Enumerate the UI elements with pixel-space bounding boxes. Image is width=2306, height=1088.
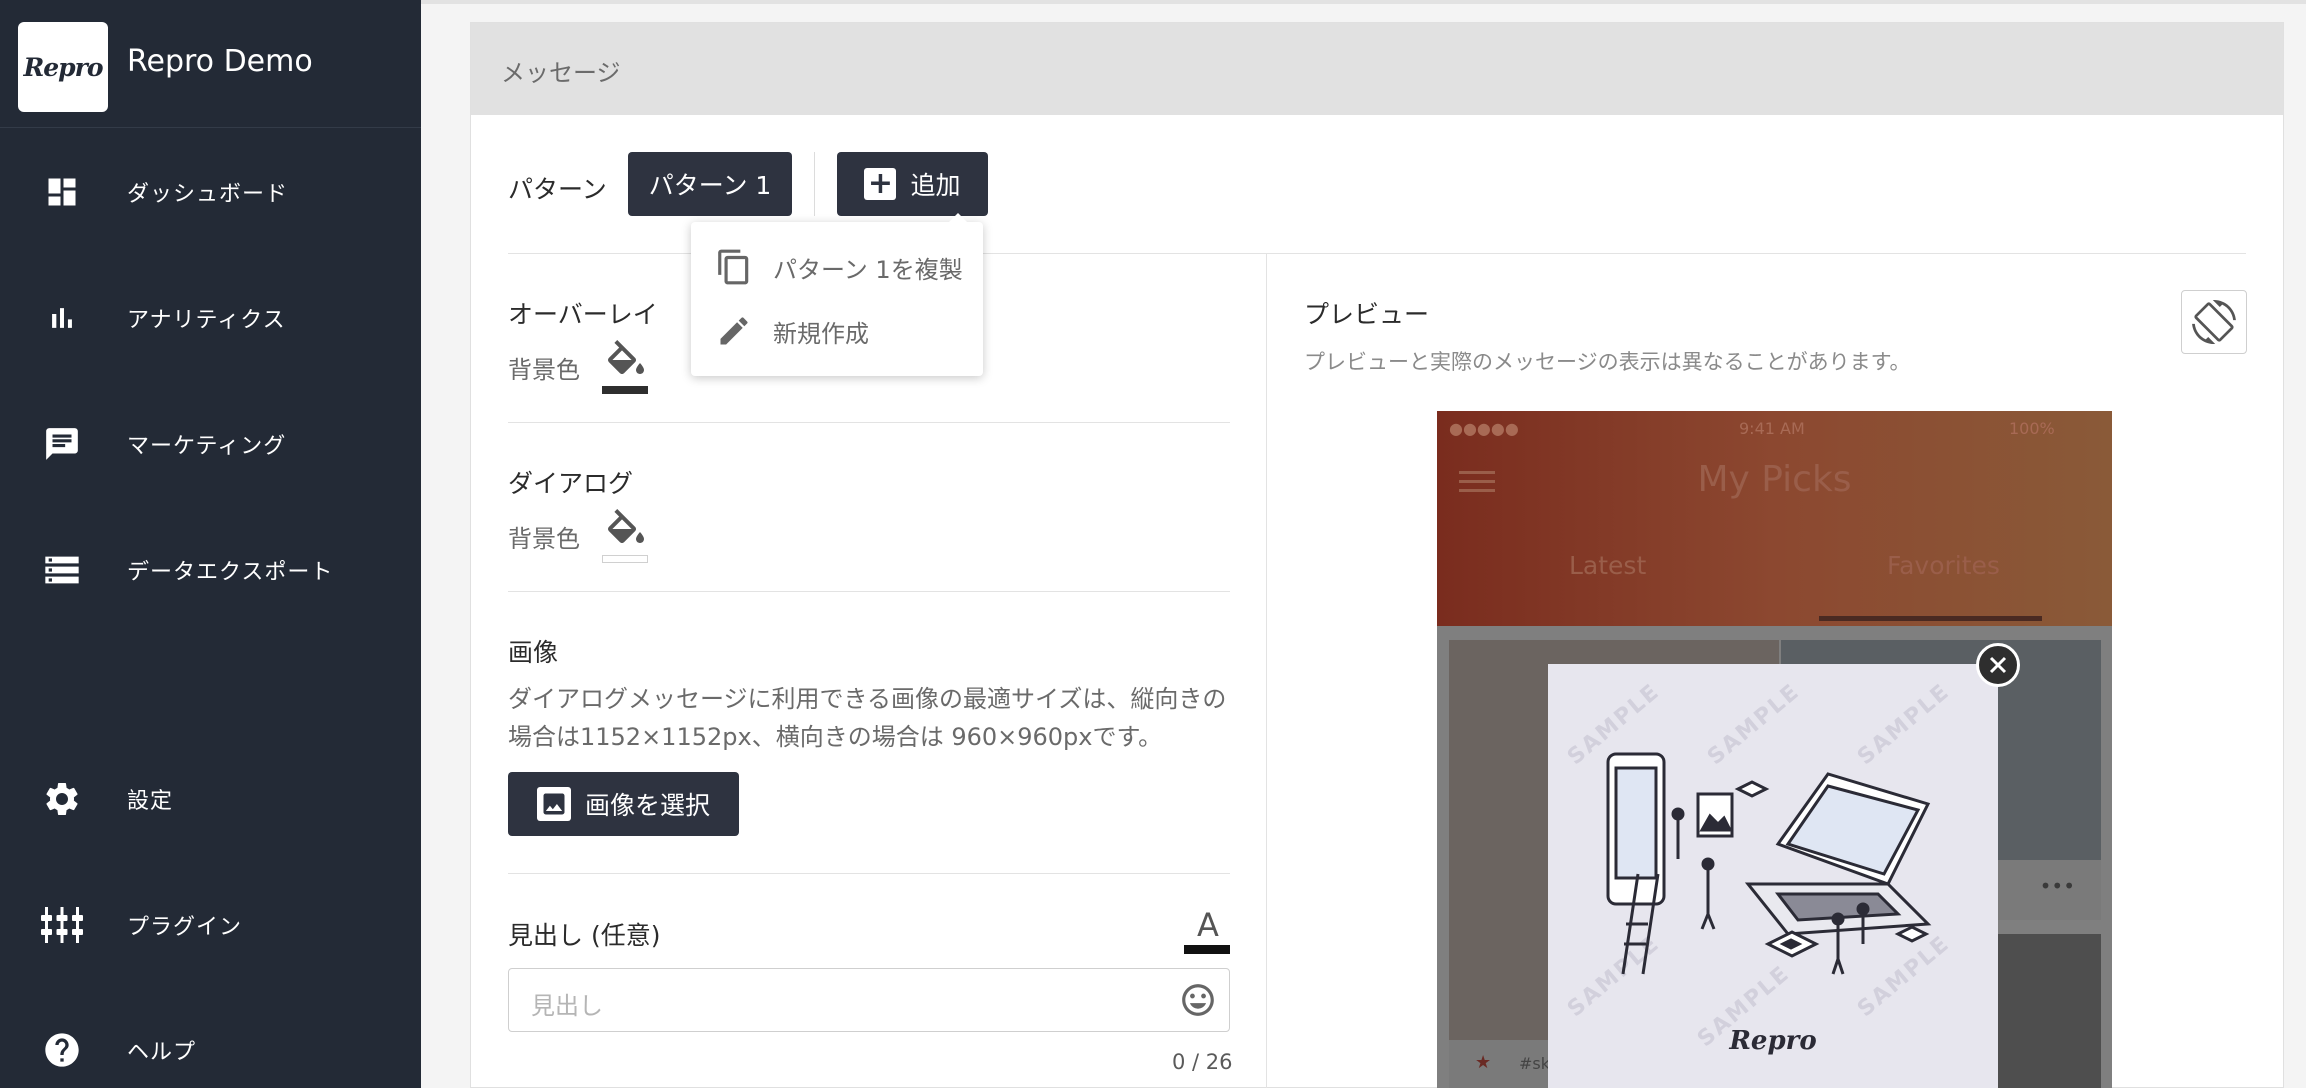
sidebar-item-data-export[interactable]: データエクスポート <box>0 530 421 610</box>
sliders-icon <box>40 903 84 947</box>
overlay-bg-label: 背景色 <box>508 356 580 384</box>
image-title: 画像 <box>508 638 559 667</box>
paint-bucket-icon <box>607 340 644 374</box>
card-header: メッセージ <box>471 23 2283 115</box>
dialog-title: ダイアログ <box>508 469 634 498</box>
repro-brand-mark: Repro <box>1729 1026 1817 1056</box>
sidebar-item-plugins[interactable]: プラグイン <box>0 885 421 965</box>
dashboard-icon <box>40 170 84 214</box>
emoji-icon[interactable] <box>1179 981 1217 1023</box>
image-description: ダイアログメッセージに利用できる画像の最適サイズは、縦向きの場合は1152×11… <box>508 685 1227 751</box>
sidebar-item-label: ヘルプ <box>127 1040 197 1065</box>
close-dialog-button[interactable] <box>1976 643 2020 687</box>
phone-tab-latest: Latest <box>1569 551 1647 580</box>
copy-icon <box>715 248 753 286</box>
sidebar: Repro Repro Demo ダッシュボード アナリティクス マーケティング… <box>0 0 421 1088</box>
sidebar-item-label: マーケティング <box>127 434 287 459</box>
preview-note: プレビューと実際のメッセージの表示は異なることがあります。 <box>1304 350 1911 374</box>
phone-tab-favorites: Favorites <box>1887 551 2000 580</box>
menu-item-duplicate-pattern[interactable]: パターン 1を複製 <box>715 248 963 286</box>
heading-text-color-picker[interactable]: A <box>1184 908 1232 958</box>
menu-item-label: 新規作成 <box>773 319 869 348</box>
menu-item-label: パターン 1を複製 <box>773 255 963 284</box>
status-battery: 100% <box>2009 419 2055 438</box>
section-divider <box>508 591 1230 592</box>
phone-app-title: My Picks <box>1697 459 1852 500</box>
help-icon <box>40 1028 84 1072</box>
select-image-button[interactable]: 画像を選択 <box>508 772 739 836</box>
overlay-title: オーバーレイ <box>508 300 658 329</box>
gear-icon <box>40 777 84 821</box>
app-name[interactable]: Repro Demo <box>127 44 313 79</box>
section-divider <box>508 422 1230 423</box>
sidebar-item-label: ダッシュボード <box>127 182 289 207</box>
dialog-bg-label: 背景色 <box>508 525 580 553</box>
overlay-bg-color-picker[interactable] <box>602 340 650 394</box>
pattern-1-button[interactable]: パターン 1 <box>628 152 792 216</box>
heading-char-counter: 0 / 26 <box>1172 1050 1233 1074</box>
image-icon <box>536 787 571 821</box>
sidebar-item-dashboard[interactable]: ダッシュボード <box>0 152 421 232</box>
dialog-color-swatch <box>602 555 648 563</box>
star-icon: ★ <box>1475 1052 1492 1073</box>
rotate-orientation-button[interactable] <box>2181 290 2247 354</box>
sidebar-item-label: プラグイン <box>127 915 243 940</box>
sidebar-item-help[interactable]: ヘルプ <box>0 1010 421 1088</box>
heading-title: 見出し (任意) <box>508 921 661 950</box>
sidebar-item-marketing[interactable]: マーケティング <box>0 404 421 484</box>
top-divider <box>421 0 2306 4</box>
section-divider <box>508 873 1230 874</box>
column-divider <box>1266 254 1267 1088</box>
brand-header: Repro Repro Demo <box>0 0 421 128</box>
text-color-icon: A <box>1197 906 1219 944</box>
pattern-label: パターン <box>508 175 607 204</box>
more-icon: ••• <box>2039 874 2075 898</box>
pattern-1-label: パターン 1 <box>648 171 772 200</box>
close-icon <box>1989 656 2007 674</box>
bar-chart-icon <box>40 296 84 340</box>
sidebar-item-settings[interactable]: 設定 <box>0 759 421 839</box>
sidebar-item-label: アナリティクス <box>127 308 286 333</box>
card-title: メッセージ <box>501 59 621 87</box>
sidebar-item-label: 設定 <box>127 789 174 814</box>
heading-input[interactable]: 見出し <box>508 968 1230 1032</box>
add-pattern-menu: パターン 1を複製 新規作成 <box>691 213 983 376</box>
toolbar-divider <box>814 152 815 216</box>
heading-color-swatch <box>1184 945 1230 954</box>
dialog-bg-color-picker[interactable] <box>602 509 650 563</box>
menu-caret <box>949 213 967 222</box>
sidebar-item-analytics[interactable]: アナリティクス <box>0 278 421 358</box>
illustration-graphic <box>1606 752 1932 975</box>
preview-title: プレビュー <box>1304 300 1430 329</box>
pencil-icon <box>715 312 753 350</box>
chat-bubble-icon <box>40 422 84 466</box>
status-time: 9:41 AM <box>1739 419 1805 438</box>
overlay-color-swatch <box>602 386 648 394</box>
logo-text: Repro <box>23 52 103 82</box>
add-label: 追加 <box>910 171 961 200</box>
phone-tab-indicator <box>1819 616 2042 621</box>
screen-rotation-icon <box>2192 300 2236 344</box>
signal-dots: ●●●●● <box>1449 419 1519 438</box>
phone-app-header: ●●●●● 9:41 AM 100% My Picks Latest Favor… <box>1437 411 2112 626</box>
add-pattern-button[interactable]: + 追加 <box>837 152 988 216</box>
plus-box-icon: + <box>864 168 897 200</box>
menu-item-new[interactable]: 新規作成 <box>715 312 869 350</box>
heading-placeholder: 見出し <box>531 992 603 1020</box>
list-storage-icon <box>40 548 84 592</box>
app-logo[interactable]: Repro <box>18 22 108 112</box>
paint-bucket-icon <box>607 509 644 543</box>
select-image-label: 画像を選択 <box>584 791 710 820</box>
dialog-preview-image: SAMPLE SAMPLE SAMPLE SAMPLE SAMPLE SAMPL… <box>1548 664 1998 1088</box>
sidebar-item-label: データエクスポート <box>127 560 334 585</box>
